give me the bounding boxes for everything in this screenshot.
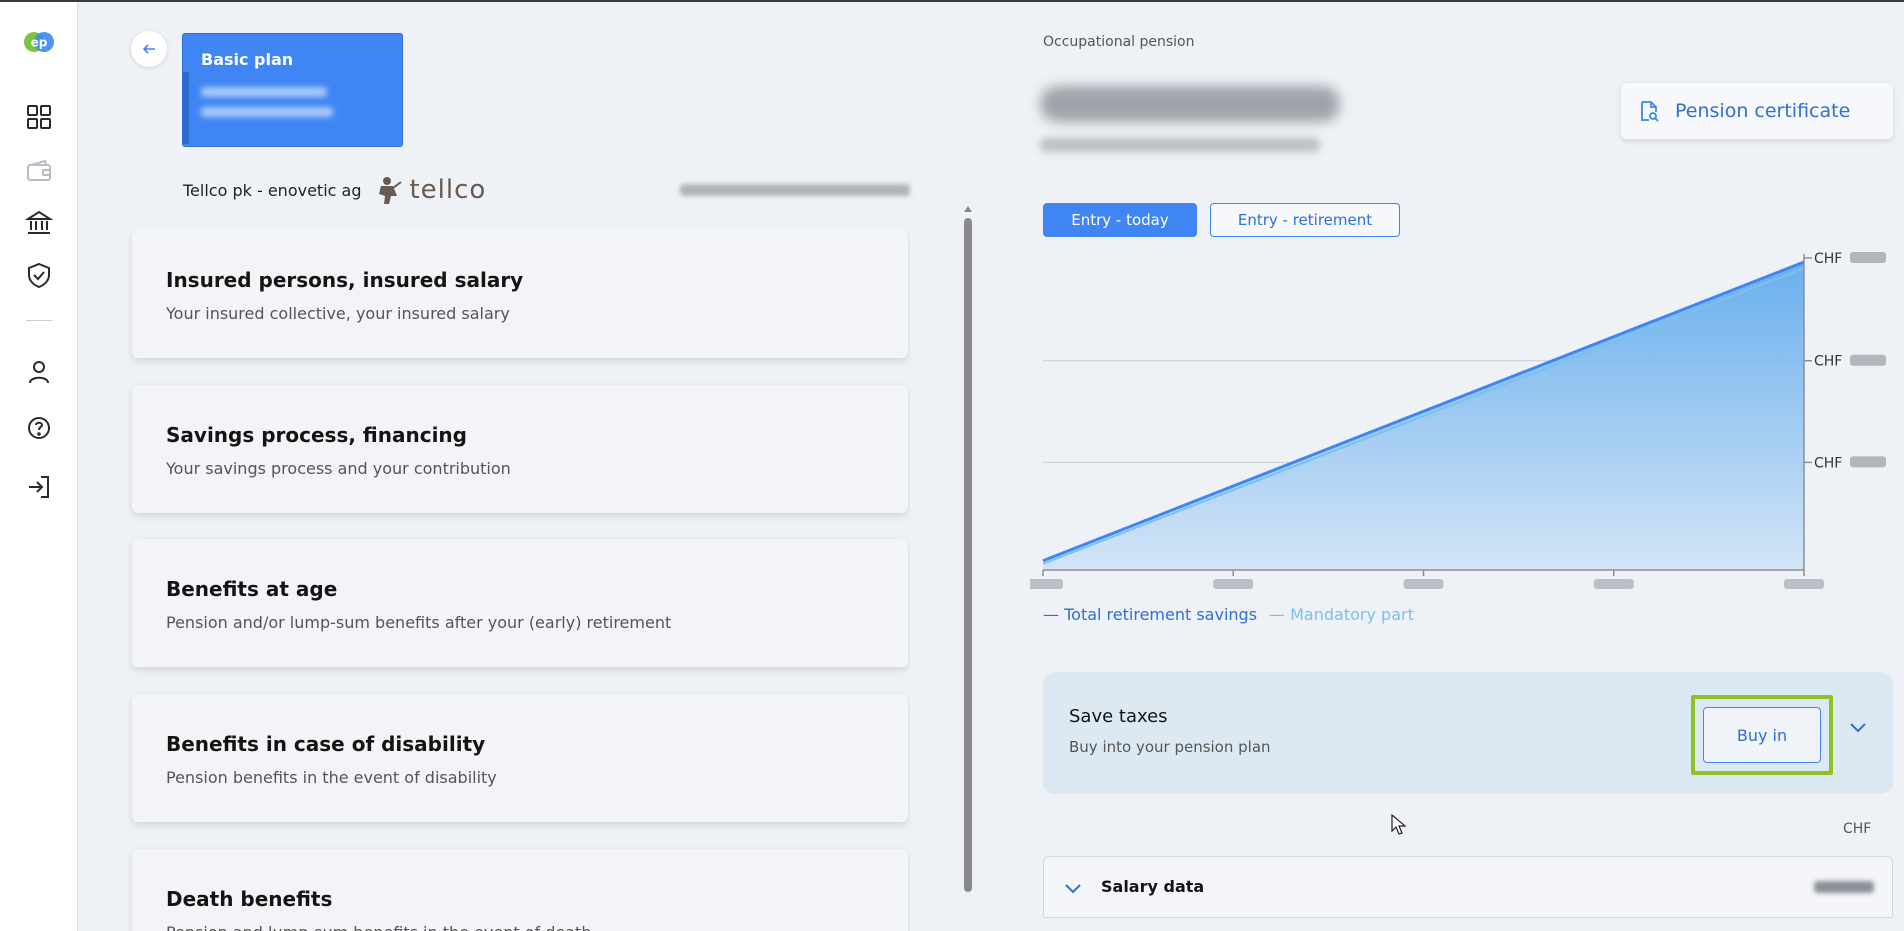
y-tick-value-redacted-2 — [1850, 456, 1886, 468]
plan-title: Basic plan — [201, 50, 294, 69]
toggle-entry-today[interactable]: Entry - today — [1043, 203, 1197, 237]
plan-card[interactable]: Basic plan — [182, 33, 403, 147]
section-list-scrollbar[interactable] — [963, 206, 973, 931]
save-taxes-subtitle: Buy into your pension plan — [1069, 738, 1271, 756]
y-tick-label-2: CHF — [1814, 455, 1842, 471]
dashboard-icon[interactable] — [24, 102, 54, 132]
sidebar-divider — [26, 320, 52, 321]
y-tick-labels: CHF CHF CHF — [1804, 251, 1886, 471]
fund-name: Tellco pk - enovetic ag — [183, 180, 362, 200]
section-card-death-benefits[interactable]: Death benefits Pension and lump-sum bene… — [132, 849, 908, 931]
save-taxes-title: Save taxes — [1069, 706, 1168, 727]
section-card-disability[interactable]: Benefits in case of disability Pension b… — [132, 694, 908, 822]
tellco-figure-icon — [379, 177, 403, 204]
back-button[interactable] — [131, 31, 167, 67]
x-tick-label-redacted-1 — [1213, 579, 1254, 589]
plan-date-redacted — [201, 107, 333, 117]
help-icon[interactable] — [24, 413, 54, 443]
pension-certificate-button[interactable]: Pension certificate — [1621, 83, 1893, 139]
wallet-icon[interactable] — [24, 156, 54, 186]
section-card-insured-persons[interactable]: Insured persons, insured salary Your ins… — [132, 230, 908, 358]
y-tick-value-redacted-0 — [1850, 252, 1886, 263]
legend-total-retirement-savings: — Total retirement savings — [1043, 605, 1258, 624]
toggle-entry-retirement[interactable]: Entry - retirement — [1210, 203, 1400, 237]
user-icon[interactable] — [24, 357, 54, 387]
fund-number-redacted — [680, 184, 910, 196]
plan-detail-redacted — [201, 87, 327, 97]
section-list: Insured persons, insured salary Your ins… — [128, 230, 910, 931]
salary-data-label: Salary data — [1101, 877, 1205, 896]
y-tick-label-0: CHF — [1814, 251, 1842, 267]
x-tick-label-redacted-4 — [1784, 579, 1824, 589]
chevron-down-icon — [1064, 879, 1082, 898]
pension-amount-redacted — [1040, 86, 1340, 122]
document-search-icon — [1641, 101, 1659, 122]
mouse-cursor-icon — [1391, 814, 1407, 835]
currency-label: CHF — [1843, 821, 1872, 837]
tellco-logo: tellco — [373, 174, 486, 206]
x-tick-labels — [1030, 570, 1824, 589]
arrow-left-icon — [142, 44, 155, 54]
pension-fund-row: Tellco pk - enovetic ag tellco — [183, 170, 486, 210]
scroll-thumb[interactable] — [964, 218, 972, 892]
app-logo[interactable]: ep — [24, 30, 54, 54]
plan-card-accent — [183, 72, 189, 144]
section-card-benefits-at-age[interactable]: Benefits at age Pension and/or lump-sum … — [132, 539, 908, 667]
save-taxes-panel: Save taxes Buy into your pension plan Bu… — [1043, 672, 1893, 794]
chart-legend: — Total retirement savings — Mandatory p… — [1043, 605, 1414, 624]
sidebar: ep — [0, 2, 78, 931]
legend-mandatory-part: — Mandatory part — [1269, 605, 1414, 624]
y-tick-value-redacted-1 — [1850, 354, 1886, 366]
salary-data-row[interactable]: Salary data — [1043, 856, 1893, 918]
section-card-savings-process[interactable]: Savings process, financing Your savings … — [132, 385, 908, 513]
pension-amount-detail-redacted — [1040, 138, 1320, 152]
occupational-pension-label: Occupational pension — [1043, 34, 1195, 50]
svg-text:ep: ep — [31, 36, 48, 50]
scroll-up-arrow-icon[interactable] — [964, 206, 972, 212]
chevron-down-icon[interactable] — [1849, 718, 1867, 737]
retirement-savings-chart: CHF CHF CHF — [1030, 251, 1886, 589]
salary-value-redacted — [1814, 881, 1874, 893]
logout-icon[interactable] — [24, 472, 54, 502]
y-tick-label-1: CHF — [1814, 354, 1842, 370]
window-top-border — [0, 0, 1904, 2]
x-tick-label-redacted-2 — [1403, 579, 1444, 589]
bank-icon[interactable] — [24, 208, 54, 238]
x-tick-label-redacted-3 — [1593, 579, 1634, 589]
buy-in-highlight: Buy in — [1691, 695, 1833, 775]
x-tick-label-redacted-0 — [1030, 579, 1063, 589]
buy-in-button[interactable]: Buy in — [1703, 707, 1821, 763]
shield-check-icon[interactable] — [24, 260, 54, 290]
